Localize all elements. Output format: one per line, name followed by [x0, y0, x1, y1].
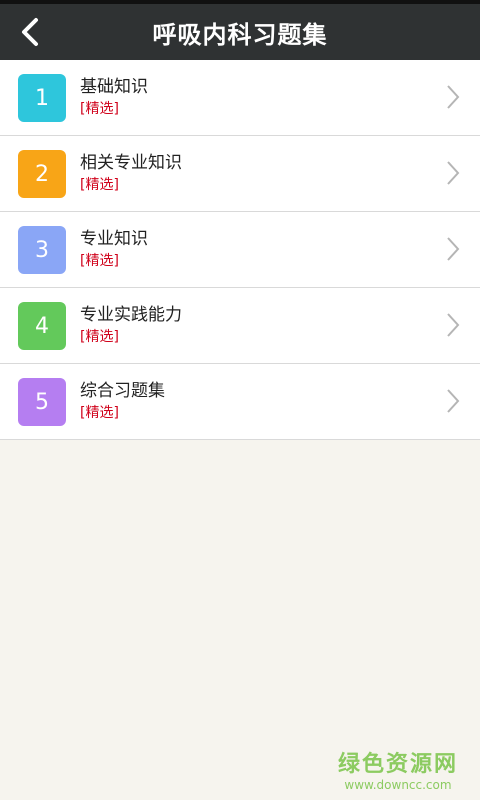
- list-item-5[interactable]: 5 综合习题集 [精选]: [0, 364, 480, 440]
- app-header: 呼吸内科习题集: [0, 4, 480, 60]
- back-button[interactable]: [8, 10, 52, 54]
- number-badge: 1: [18, 74, 66, 122]
- chevron-right-icon: [447, 85, 460, 109]
- item-title: 基础知识: [80, 77, 148, 97]
- chevron-right-icon: [447, 313, 460, 337]
- item-tag: [精选]: [80, 253, 119, 269]
- list-item-1[interactable]: 1 基础知识 [精选]: [0, 60, 480, 136]
- number-badge: 3: [18, 226, 66, 274]
- item-title: 专业知识: [80, 229, 148, 249]
- item-tag: [精选]: [80, 329, 119, 345]
- item-tag: [精选]: [80, 405, 119, 421]
- item-tag: [精选]: [80, 101, 119, 117]
- page-title: 呼吸内科习题集: [152, 20, 328, 49]
- list-item-3[interactable]: 3 专业知识 [精选]: [0, 212, 480, 288]
- chevron-right-icon: [447, 161, 460, 185]
- watermark: 绿色资源网 www.downcc.com: [338, 746, 458, 792]
- chevron-right-icon: [447, 389, 460, 413]
- item-title: 专业实践能力: [80, 305, 182, 325]
- watermark-url: www.downcc.com: [344, 778, 452, 792]
- item-tag: [精选]: [80, 177, 119, 193]
- chapter-list: 1 基础知识 [精选] 2 相关专业知识 [精选] 3 专业知识 [精选] 4: [0, 60, 480, 440]
- chevron-left-icon: [22, 18, 38, 46]
- list-item-4[interactable]: 4 专业实践能力 [精选]: [0, 288, 480, 364]
- number-badge: 5: [18, 378, 66, 426]
- chevron-right-icon: [447, 237, 460, 261]
- item-title: 相关专业知识: [80, 153, 182, 173]
- number-badge: 2: [18, 150, 66, 198]
- item-title: 综合习题集: [80, 381, 165, 401]
- list-item-2[interactable]: 2 相关专业知识 [精选]: [0, 136, 480, 212]
- watermark-name: 绿色资源网: [337, 752, 458, 777]
- number-badge: 4: [18, 302, 66, 350]
